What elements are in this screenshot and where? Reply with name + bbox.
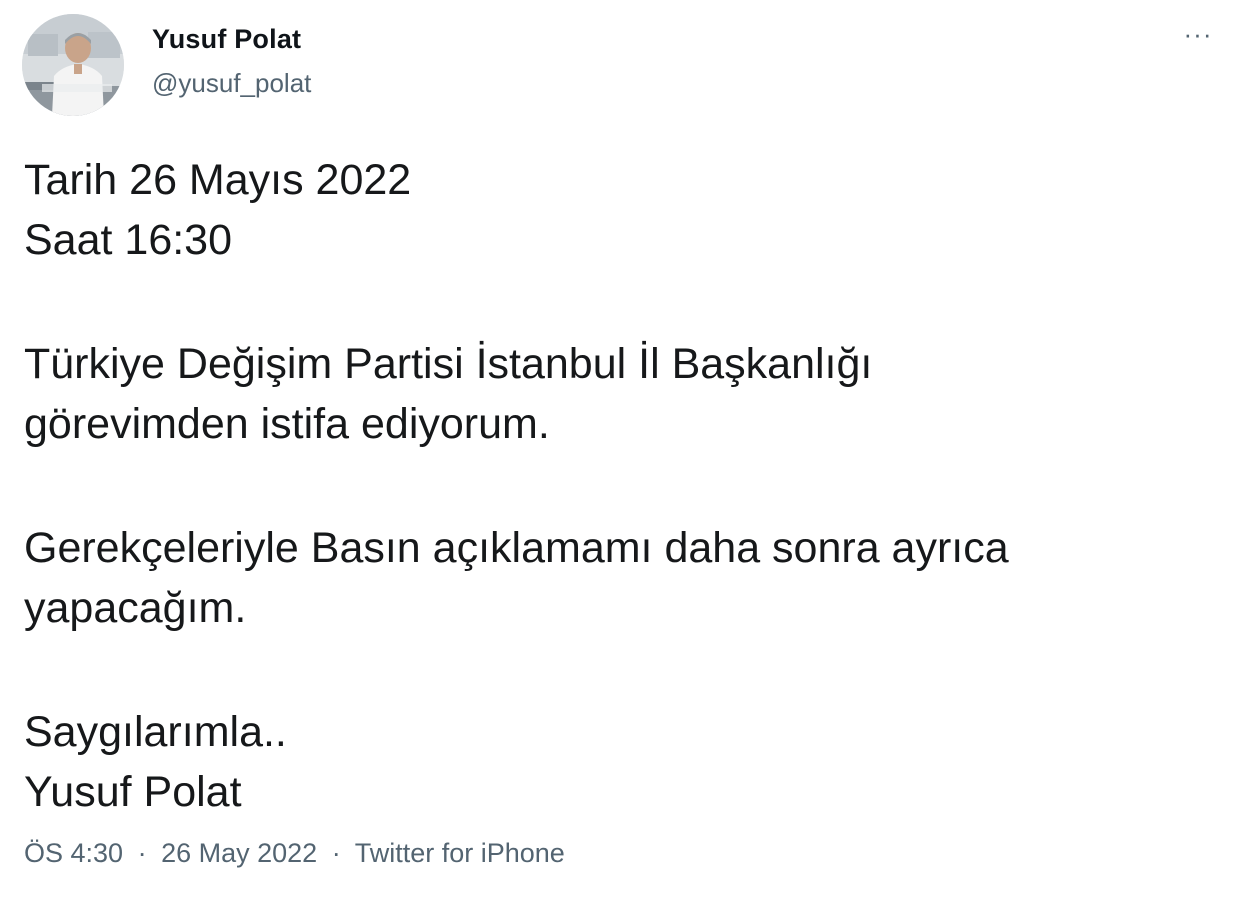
tweet-text-line: Saat 16:30 <box>24 216 233 264</box>
author-handle[interactable]: @yusuf_polat <box>152 68 311 99</box>
meta-separator: · <box>331 838 341 868</box>
profile-photo-icon <box>22 14 124 116</box>
tweet-text-line: Türkiye Değişim Partisi İstanbul İl Başk… <box>24 340 873 388</box>
tweet-text-line: görevimden istifa ediyorum. <box>24 400 550 448</box>
author-name[interactable]: Yusuf Polat <box>152 24 301 55</box>
more-horizontal-icon: ··· <box>1183 19 1213 49</box>
meta-separator: · <box>137 838 147 868</box>
tweet-text-line: Yusuf Polat <box>24 768 242 816</box>
tweet-card: Yusuf Polat @yusuf_polat ··· Tarih 26 Ma… <box>0 0 1246 900</box>
more-options-button[interactable]: ··· <box>1176 19 1220 58</box>
tweet-metadata: ÖS 4:30 · 26 May 2022 · Twitter for iPho… <box>24 838 565 869</box>
avatar[interactable] <box>22 14 124 116</box>
tweet-text-line: Saygılarımla.. <box>24 708 287 756</box>
tweet-time[interactable]: ÖS 4:30 <box>24 838 123 868</box>
tweet-text-line: Tarih 26 Mayıs 2022 <box>24 156 412 204</box>
tweet-text-line: Gerekçeleriyle Basın açıklamamı daha son… <box>24 524 1009 572</box>
tweet-text: Tarih 26 Mayıs 2022 Saat 16:30 Türkiye D… <box>24 150 1214 822</box>
tweet-source[interactable]: Twitter for iPhone <box>355 838 565 868</box>
tweet-text-line: yapacağım. <box>24 584 247 632</box>
tweet-date[interactable]: 26 May 2022 <box>161 838 317 868</box>
